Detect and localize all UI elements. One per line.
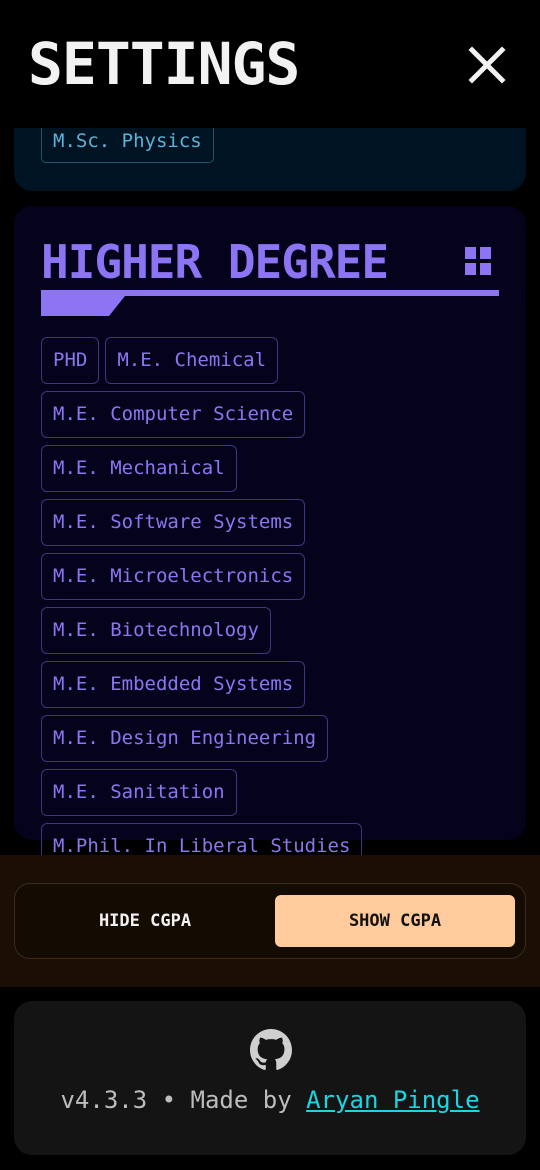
footer-card: v4.3.3 • Made by Aryan Pingle <box>14 1001 526 1155</box>
separator-dot: • <box>161 1086 177 1114</box>
footer-credit: v4.3.3 • Made by Aryan Pingle <box>14 1083 526 1117</box>
degree-chip[interactable]: M.E. Microelectronics <box>41 553 306 600</box>
version-label: v4.3.3 <box>60 1086 148 1114</box>
degree-chip[interactable]: M.E. Chemical <box>105 337 279 384</box>
degree-chip[interactable]: M.E. Mechanical <box>41 445 237 492</box>
degree-chip[interactable]: PHD <box>41 337 100 384</box>
close-button[interactable] <box>462 40 512 90</box>
show-cgpa-button[interactable]: SHOW CGPA <box>275 895 515 947</box>
degree-chip[interactable]: M.E. Computer Science <box>41 391 306 438</box>
hide-cgpa-button[interactable]: HIDE CGPA <box>25 895 265 947</box>
degree-chip-list: PHD M.E. Chemical M.E. Computer Science … <box>41 337 503 870</box>
page-title: SETTINGS <box>28 30 300 98</box>
higher-degree-card: HIGHER DEGREE PHD M.E. Chemical M.E. Com… <box>14 206 526 870</box>
cgpa-toggle-section: HIDE CGPA SHOW CGPA <box>0 855 540 987</box>
degree-chip[interactable]: M.E. Sanitation <box>41 769 237 816</box>
made-by-label: Made by <box>190 1086 292 1114</box>
degree-chip[interactable]: M.E. Design Engineering <box>41 715 329 762</box>
github-icon[interactable] <box>250 1029 292 1071</box>
author-link[interactable]: Aryan Pingle <box>306 1086 479 1114</box>
section-title: HIGHER DEGREE <box>41 235 389 289</box>
title-underline-decoration <box>41 290 499 316</box>
grid-icon <box>465 247 491 275</box>
close-x-icon <box>468 46 506 84</box>
settings-header: SETTINGS <box>0 0 540 128</box>
degree-chip[interactable]: M.E. Software Systems <box>41 499 306 546</box>
degree-chip[interactable]: M.E. Embedded Systems <box>41 661 306 708</box>
degree-chip[interactable]: M.E. Biotechnology <box>41 607 271 654</box>
cgpa-toggle: HIDE CGPA SHOW CGPA <box>14 883 526 959</box>
